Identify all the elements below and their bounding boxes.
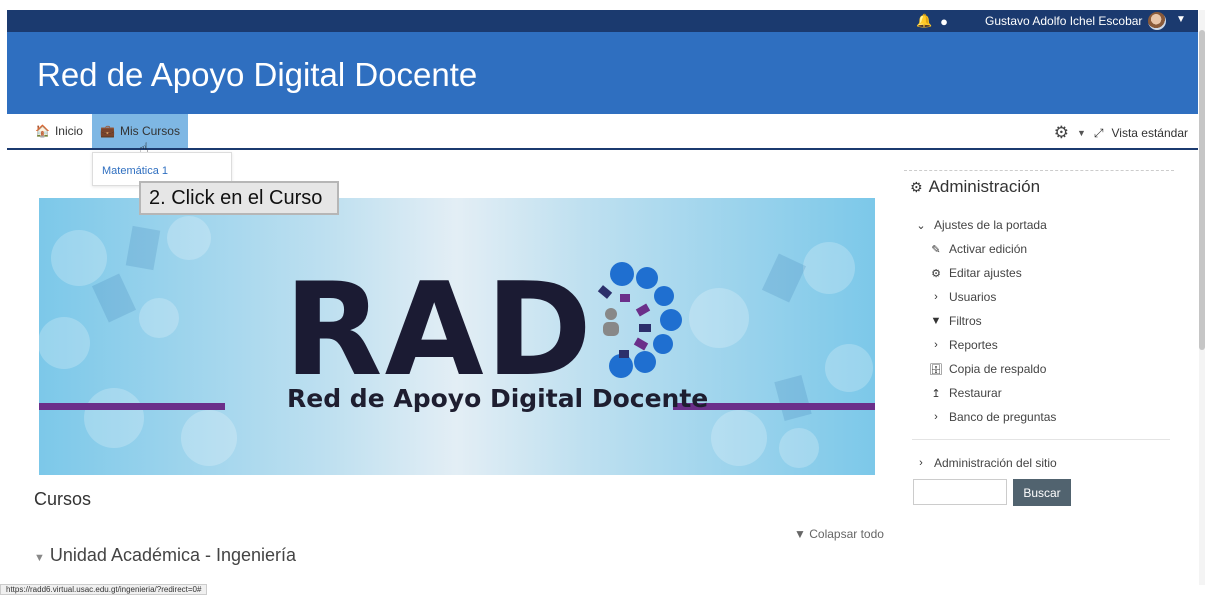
scrollbar-thumb[interactable] xyxy=(1199,30,1205,350)
topbar-icons: 🔔 ● xyxy=(916,13,948,29)
sidebar-item-label: Administración del sitio xyxy=(934,456,1057,470)
nav-home-label: Inicio xyxy=(54,124,83,138)
sidebar-item-label: Copia de respaldo xyxy=(949,362,1047,376)
chevron-down-icon: ⌄ xyxy=(916,219,926,232)
caret-down-icon: ▼ xyxy=(794,527,806,541)
banner-line-left xyxy=(39,403,225,410)
sidebar-item-label: Editar ajustes xyxy=(949,266,1022,280)
sidebar-item-label: Filtros xyxy=(949,314,982,328)
admin-search-input[interactable] xyxy=(913,479,1007,505)
sidebar-item-reports[interactable]: › Reportes xyxy=(914,333,1169,357)
sidebar-item-front-page-settings[interactable]: ⌄ Ajustes de la portada xyxy=(914,213,1169,237)
expand-icon[interactable]: ⤢ xyxy=(1094,126,1104,141)
backup-icon: 🗄 xyxy=(929,363,943,376)
sidebar-item-question-bank[interactable]: › Banco de preguntas xyxy=(914,405,1169,429)
dropdown-course-item[interactable]: Matemática 1 xyxy=(102,165,168,177)
user-menu-caret-icon[interactable]: ▼ xyxy=(1176,14,1186,25)
sidebar-item-label: Usuarios xyxy=(949,290,997,304)
pencil-icon: ✎ xyxy=(931,243,941,256)
rad-logo-text: RAD xyxy=(284,256,594,405)
user-name[interactable]: Gustavo Adolfo Ichel Escobar xyxy=(985,14,1142,28)
chevron-down-icon[interactable]: ▼ xyxy=(1077,128,1086,138)
sidebar-item-label: Banco de preguntas xyxy=(949,410,1057,424)
sidebar-item-filters[interactable]: ▼ Filtros xyxy=(914,309,1169,333)
nav-my-courses-label: Mis Cursos xyxy=(119,124,180,138)
rad-banner: RAD Red de Apoyo Digital Docente xyxy=(39,198,875,475)
courses-section-title: Cursos xyxy=(34,489,92,509)
sidebar-item-label: Reportes xyxy=(949,338,998,352)
search-button[interactable]: Buscar xyxy=(1013,479,1071,506)
administration-title-text: Administración xyxy=(928,177,1041,196)
sidebar-item-users[interactable]: › Usuarios xyxy=(914,285,1169,309)
sidebar-item-label: Activar edición xyxy=(949,242,1028,256)
administration-title: ⚙ Administración xyxy=(910,177,1040,197)
standard-view-toggle[interactable]: Vista estándar xyxy=(1112,126,1189,140)
chevron-right-icon: › xyxy=(934,411,938,423)
instruction-annotation: 2. Click en el Curso xyxy=(139,181,339,215)
collapse-all-label: Colapsar todo xyxy=(809,527,884,541)
administration-tree: ⌄ Ajustes de la portada ✎ Activar edició… xyxy=(914,213,1169,429)
chat-icon[interactable]: ● xyxy=(940,14,948,29)
sidebar-item-restore[interactable]: ↥ Restaurar xyxy=(914,381,1169,405)
filter-icon: ▼ xyxy=(930,315,942,327)
chevron-right-icon: › xyxy=(919,457,923,469)
bell-icon[interactable]: 🔔 xyxy=(916,13,932,29)
status-bar-url: https://radd6.virtual.usac.edu.gt/ingeni… xyxy=(0,584,208,595)
collapse-all-link[interactable]: ▼ Colapsar todo xyxy=(794,527,884,541)
briefcase-icon: 💼 xyxy=(100,124,115,138)
top-navbar: 🔔 ● Gustavo Adolfo Ichel Escobar ▼ xyxy=(7,10,1198,32)
chevron-right-icon: › xyxy=(934,291,938,303)
nav-right: ⚙ ▼ ⤢ Vista estándar xyxy=(1054,123,1188,143)
sidebar-item-label: Restaurar xyxy=(949,386,1002,400)
site-title[interactable]: Red de Apoyo Digital Docente xyxy=(37,56,477,94)
banner-subtitle: Red de Apoyo Digital Docente xyxy=(287,384,709,413)
category-heading[interactable]: ▼ Unidad Académica - Ingeniería xyxy=(34,545,296,566)
category-label: Unidad Académica - Ingeniería xyxy=(49,545,297,565)
sidebar-item-site-administration[interactable]: › Administración del sitio xyxy=(914,451,1057,475)
main-nav: 🏠 Inicio 💼 Mis Cursos ⚙ ▼ ⤢ Vista estánd… xyxy=(7,114,1198,150)
chevron-right-icon: › xyxy=(934,339,938,351)
avatar[interactable] xyxy=(1148,12,1166,30)
sidebar-item-edit-settings[interactable]: ⚙ Editar ajustes xyxy=(914,261,1169,285)
rad-ring-logo xyxy=(597,262,682,378)
gear-icon[interactable]: ⚙ xyxy=(1054,123,1069,143)
site-header: Red de Apoyo Digital Docente xyxy=(7,32,1198,114)
restore-icon: ↥ xyxy=(931,387,941,400)
nav-home[interactable]: 🏠 Inicio xyxy=(27,114,91,148)
administration-block: ⚙ Administración ⌄ Ajustes de la portada… xyxy=(904,170,1174,506)
sidebar-item-backup[interactable]: 🗄 Copia de respaldo xyxy=(914,357,1169,381)
cogs-icon: ⚙ xyxy=(910,178,923,195)
home-icon: 🏠 xyxy=(35,124,50,138)
sidebar-divider xyxy=(912,439,1170,440)
caret-down-icon: ▼ xyxy=(34,552,45,564)
sidebar-item-label: Ajustes de la portada xyxy=(934,218,1047,232)
sidebar-item-turn-editing-on[interactable]: ✎ Activar edición xyxy=(914,237,1169,261)
gear-icon: ⚙ xyxy=(931,267,941,280)
